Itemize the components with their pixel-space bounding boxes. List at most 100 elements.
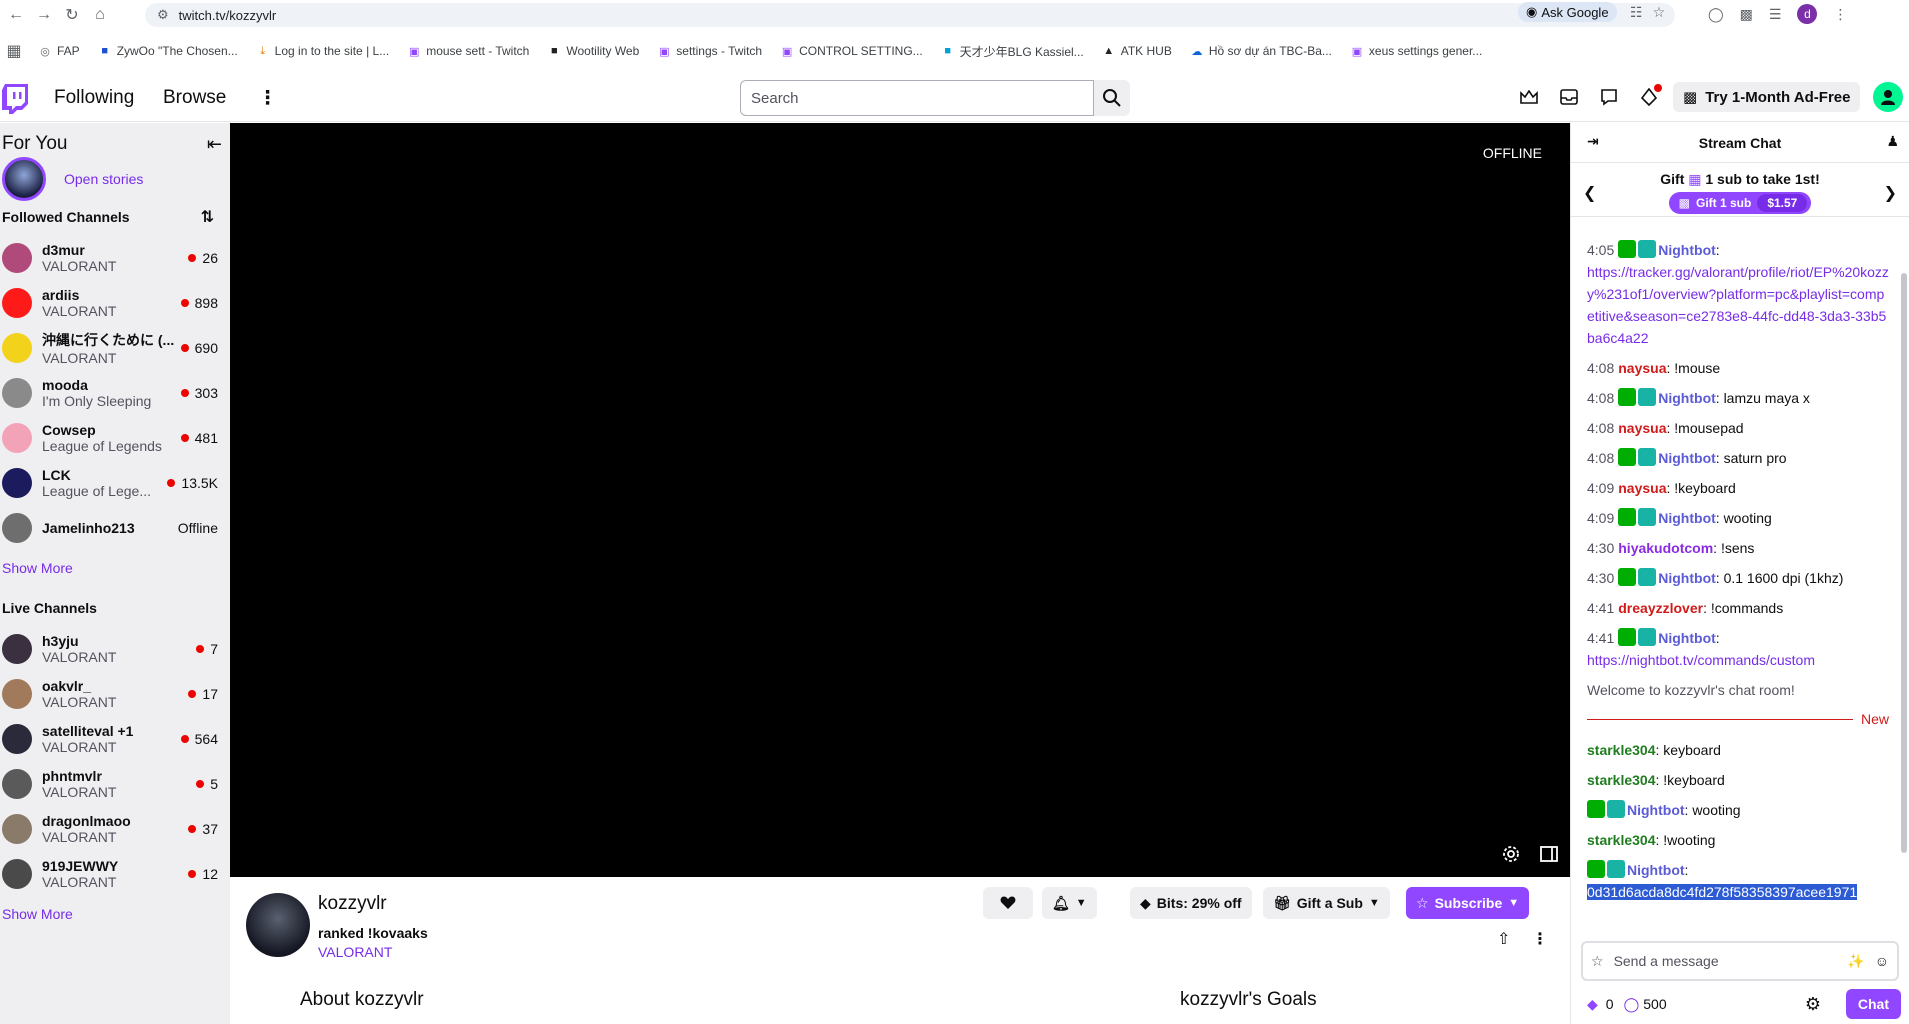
sidebar-channel[interactable]: ardiis VALORANT 898 — [0, 280, 230, 325]
nav-following[interactable]: Following — [54, 87, 134, 109]
sidebar-channel[interactable]: dragonlmaoo VALORANT 37 — [0, 806, 230, 851]
nav-browse[interactable]: Browse — [163, 87, 226, 109]
message-username[interactable]: hiyakudotcom — [1618, 540, 1713, 556]
bookmark-item[interactable]: ▲ ATK HUB — [1102, 44, 1172, 58]
chat-input[interactable] — [1613, 953, 1838, 969]
verified-bot-badge-icon[interactable] — [1638, 568, 1657, 586]
bits-icon[interactable] — [1638, 84, 1662, 108]
message-username[interactable]: dreayzzlover — [1618, 600, 1703, 616]
bookmark-item[interactable]: ⤓ Log in to the site | L... — [256, 44, 389, 58]
open-stories[interactable]: Open stories — [0, 157, 230, 201]
gift-sub-button[interactable]: 🎁︎ Gift a Sub ▼ — [1263, 887, 1390, 919]
profile-avatar[interactable]: d — [1797, 4, 1818, 24]
stream-game[interactable]: VALORANT — [318, 944, 392, 960]
message-username[interactable]: Nightbot — [1658, 510, 1716, 526]
search-button[interactable] — [1094, 80, 1130, 116]
chevron-right-icon[interactable]: ❯ — [1884, 183, 1897, 203]
effects-icon[interactable]: ✨ — [1847, 953, 1864, 970]
bookmark-item[interactable]: ■ 天才少年BLG Kassiel... — [941, 43, 1083, 60]
chat-message[interactable]: 4:08 Nightbot: saturn pro — [1587, 447, 1889, 469]
star-icon[interactable]: ☆ — [1653, 4, 1666, 21]
message-username[interactable]: starkle304 — [1587, 742, 1656, 758]
sort-icon[interactable]: ⇅ — [201, 207, 214, 227]
chat-message[interactable]: 4:09 Nightbot: wooting — [1587, 507, 1889, 529]
chat-message[interactable]: 4:41 Nightbot: https://nightbot.tv/comman… — [1587, 627, 1889, 671]
sidebar-channel[interactable]: 919JEWWY VALORANT 12 — [0, 851, 230, 896]
subscribe-button[interactable]: ☆ Subscribe ▼ — [1406, 887, 1530, 919]
settings-gear-icon[interactable] — [1502, 845, 1520, 863]
chat-message[interactable]: 4:05 Nightbot: https://tracker.gg/valoran… — [1587, 239, 1889, 349]
message-username[interactable]: Nightbot — [1658, 242, 1716, 258]
bits-offer-button[interactable]: ◆ Bits: 29% off — [1130, 887, 1252, 919]
bookmark-item[interactable]: ◎ FAP — [38, 44, 80, 58]
message-username[interactable]: Nightbot — [1658, 630, 1716, 646]
chat-message[interactable]: Nightbot: wooting — [1587, 799, 1889, 821]
sidebar-channel[interactable]: oakvlr_ VALORANT 17 — [0, 671, 230, 716]
sidebar-channel[interactable]: mooda I'm Only Sleeping 303 — [0, 370, 230, 415]
bookmark-item[interactable]: ▣ CONTROL SETTING... — [780, 44, 923, 58]
theatre-mode-icon[interactable] — [1540, 845, 1558, 863]
channel-name[interactable]: kozzyvlr — [318, 893, 387, 915]
show-more-followed[interactable]: Show More — [0, 550, 230, 586]
sidebar-channel[interactable]: Cowsep League of Legends 481 — [0, 415, 230, 460]
address-bar[interactable]: ⚙ twitch.tv/kozzyvlr — [145, 3, 1675, 27]
menu-icon[interactable]: ⋮ — [1833, 6, 1847, 23]
chat-message[interactable]: Nightbot: 0d31d6acda8dc4fd278f58358397ac… — [1587, 859, 1889, 903]
back-icon[interactable]: ← — [2, 1, 30, 29]
chat-message[interactable]: 4:30 hiyakudotcom: !sens — [1587, 537, 1889, 559]
moderator-badge-icon[interactable] — [1618, 388, 1637, 406]
moderator-badge-icon[interactable] — [1618, 568, 1637, 586]
open-stories-label[interactable]: Open stories — [64, 171, 143, 187]
share-icon[interactable]: ⇧ — [1497, 929, 1510, 949]
chat-message[interactable]: 4:41 dreayzzlover: !commands — [1587, 597, 1889, 619]
video-player[interactable]: OFFLINE — [230, 123, 1570, 877]
community-icon[interactable]: ♟ — [1886, 133, 1899, 150]
chat-message[interactable]: 4:08 naysua: !mousepad — [1587, 417, 1889, 439]
follow-button[interactable] — [983, 887, 1033, 919]
chat-send-button[interactable]: Chat — [1845, 989, 1901, 1019]
bookmark-item[interactable]: ▣ settings - Twitch — [657, 44, 762, 58]
message-username[interactable]: naysua — [1618, 480, 1666, 496]
moderator-badge-icon[interactable] — [1618, 508, 1637, 526]
verified-bot-badge-icon[interactable] — [1638, 508, 1657, 526]
verified-bot-badge-icon[interactable] — [1607, 800, 1625, 818]
verified-bot-badge-icon[interactable] — [1607, 860, 1625, 878]
collapse-chat-icon[interactable]: ⇥ — [1587, 133, 1599, 150]
bits-balance-icon[interactable]: ◆ — [1587, 996, 1598, 1013]
notifications-button[interactable]: 🔔︎ ▼ — [1042, 887, 1097, 919]
channel-avatar[interactable] — [246, 893, 310, 957]
sidebar-channel[interactable]: LCK League of Lege... 13.5K — [0, 460, 230, 505]
message-username[interactable]: Nightbot — [1658, 450, 1716, 466]
message-username[interactable]: Nightbot — [1658, 390, 1716, 406]
apps-icon[interactable]: ▦ — [0, 37, 28, 65]
chat-messages[interactable]: 4:05 Nightbot: https://tracker.gg/valoran… — [1571, 239, 1899, 923]
media-icon[interactable]: ☰ — [1769, 6, 1782, 23]
sidebar-channel[interactable]: Jamelinho213 Offline — [0, 505, 230, 550]
more-menu-icon[interactable]: ⋮ — [258, 87, 277, 110]
message-username[interactable]: Nightbot — [1627, 802, 1685, 818]
sidebar-channel[interactable]: d3mur VALORANT 26 — [0, 235, 230, 280]
bookmark-item[interactable]: ■ Wootility Web — [547, 44, 639, 58]
chat-message[interactable]: starkle304: keyboard — [1587, 739, 1889, 761]
message-username[interactable]: starkle304 — [1587, 832, 1656, 848]
verified-bot-badge-icon[interactable] — [1638, 388, 1657, 406]
crown-icon[interactable] — [1518, 86, 1540, 108]
moderator-badge-icon[interactable] — [1618, 448, 1637, 466]
channel-points-icon[interactable]: ◯ — [1624, 996, 1640, 1013]
home-icon[interactable]: ⌂ — [86, 1, 114, 29]
chat-message[interactable]: starkle304: !wooting — [1587, 829, 1889, 851]
show-more-live[interactable]: Show More — [0, 896, 230, 932]
moderator-badge-icon[interactable] — [1587, 800, 1605, 818]
sidebar-channel[interactable]: h3yju VALORANT 7 — [0, 626, 230, 671]
message-username[interactable]: starkle304 — [1587, 772, 1656, 788]
sync-icon[interactable]: ◯ — [1708, 6, 1724, 23]
message-username[interactable]: naysua — [1618, 420, 1666, 436]
moderator-badge-icon[interactable] — [1618, 628, 1637, 646]
message-username[interactable]: naysua — [1618, 360, 1666, 376]
message-username[interactable]: Nightbot — [1627, 862, 1685, 878]
moderator-badge-icon[interactable] — [1618, 240, 1637, 258]
inbox-icon[interactable] — [1558, 86, 1580, 108]
story-avatar[interactable] — [2, 157, 46, 201]
verified-bot-badge-icon[interactable] — [1638, 448, 1657, 466]
sidebar-channel[interactable]: satelliteval +1 VALORANT 564 — [0, 716, 230, 761]
